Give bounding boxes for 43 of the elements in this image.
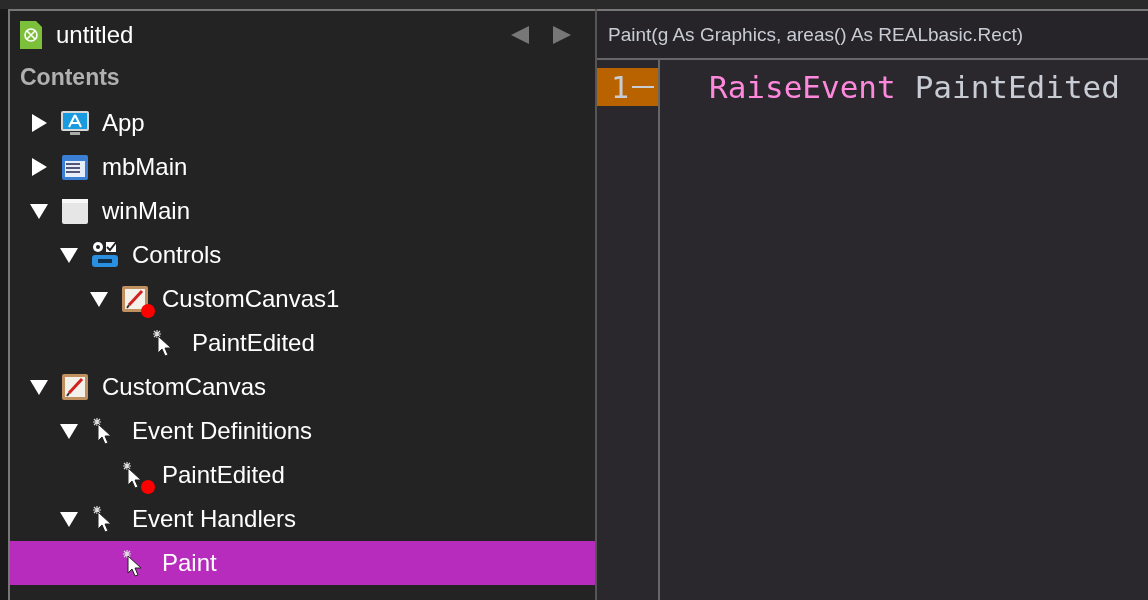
item-label: mbMain <box>102 153 188 181</box>
item-label: Paint <box>162 549 217 577</box>
item-label: Event Handlers <box>132 505 297 533</box>
item-label: CustomCanvas1 <box>162 285 340 313</box>
item-label: CustomCanvas <box>102 373 267 401</box>
back-button[interactable] <box>511 26 529 44</box>
canvas-brush-icon <box>120 284 150 314</box>
item-label: App <box>102 109 145 137</box>
item-label: winMain <box>102 197 191 225</box>
disclosure-triangle[interactable] <box>28 202 50 220</box>
disclosure-triangle[interactable] <box>88 290 110 308</box>
item-label: Controls <box>132 241 222 269</box>
app-store-icon <box>60 108 90 138</box>
tree-item[interactable]: PaintEdited <box>10 453 595 497</box>
tree-item[interactable]: PaintEdited <box>10 321 595 365</box>
line-number: 1 <box>597 68 658 106</box>
forward-button[interactable] <box>553 26 571 44</box>
disclosure-triangle[interactable] <box>58 246 80 264</box>
tree-item[interactable]: CustomCanvas1 <box>10 277 595 321</box>
tree-item[interactable]: Event Handlers <box>10 497 595 541</box>
project-title: untitled <box>56 21 135 49</box>
menu-bar-icon <box>60 152 90 182</box>
window-icon <box>60 196 90 226</box>
code-identifier: PaintEdited <box>914 69 1120 105</box>
code-keyword: RaiseEvent <box>709 69 896 105</box>
tree-item[interactable]: winMain <box>10 189 595 233</box>
method-signature: Paint(g As Graphics, areas() As REALbasic.Rect) <box>597 11 1148 60</box>
item-label: PaintEdited <box>192 329 315 357</box>
disclosure-triangle[interactable] <box>58 422 80 440</box>
tree-item[interactable]: Paint <box>10 541 595 585</box>
disclosure-triangle[interactable] <box>58 510 80 528</box>
tree-item[interactable]: App <box>10 101 595 145</box>
tree-item[interactable]: CustomCanvas <box>10 365 595 409</box>
section-heading: Contents <box>19 63 121 92</box>
tree-item[interactable]: Controls <box>10 233 595 277</box>
tree-item[interactable]: Event Definitions <box>10 409 595 453</box>
item-label: Event Definitions <box>132 417 313 445</box>
item-label: PaintEdited <box>162 461 285 489</box>
project-file-icon <box>20 21 42 49</box>
controls-icon <box>90 240 120 270</box>
canvas-brush-icon <box>60 372 90 402</box>
tree-item[interactable]: mbMain <box>10 145 595 189</box>
disclosure-triangle[interactable] <box>28 378 50 396</box>
